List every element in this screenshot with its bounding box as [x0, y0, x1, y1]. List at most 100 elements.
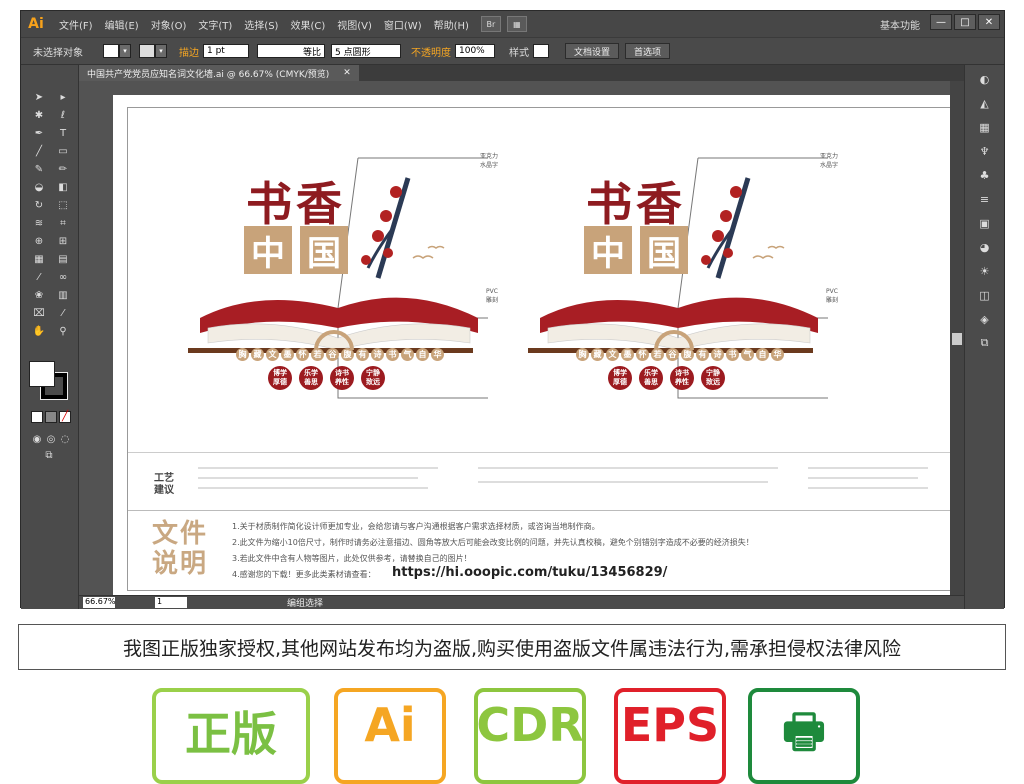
menu-window[interactable]: 窗口(W) — [378, 17, 428, 32]
selection-tool-icon[interactable]: ➤ — [29, 89, 49, 105]
shape-builder-icon[interactable]: ⊕ — [29, 233, 49, 249]
free-transform-icon[interactable]: ⌗ — [53, 215, 73, 231]
stroke-dropdown-icon[interactable]: ▾ — [155, 44, 167, 58]
line-tool-icon[interactable]: ╱ — [29, 143, 49, 159]
draw-normal-icon[interactable]: ◉ — [31, 431, 43, 447]
gradient-icon[interactable]: ▤ — [53, 251, 73, 267]
scroll-thumb[interactable] — [952, 333, 962, 345]
slogan-char: 诗 — [371, 348, 384, 361]
graphic-styles-icon[interactable]: ◫ — [973, 285, 997, 305]
screen-mode-icon[interactable]: ⧉ — [39, 447, 59, 463]
column-graph-icon[interactable]: ▥ — [53, 287, 73, 303]
fill-swatch[interactable] — [103, 44, 119, 58]
blend-icon[interactable]: ∞ — [53, 269, 73, 285]
print-badge: 🖶 — [748, 688, 860, 784]
mesh-icon[interactable]: ▦ — [29, 251, 49, 267]
stroke-panel-icon[interactable]: ≡ — [973, 189, 997, 209]
gradient-mode-icon[interactable] — [45, 411, 57, 423]
graphic-style-swatch[interactable] — [533, 44, 549, 58]
draw-inside-icon[interactable]: ◌ — [59, 431, 71, 447]
symbol-sprayer-icon[interactable]: ❀ — [29, 287, 49, 303]
none-icon[interactable]: ╱ — [59, 411, 71, 423]
scale-icon[interactable]: ⬚ — [53, 197, 73, 213]
stroke-label[interactable]: 描边 — [179, 44, 199, 59]
note-text-line — [808, 477, 918, 479]
menu-object[interactable]: 对象(O) — [145, 17, 193, 32]
document-tab[interactable]: 中国共产党党员应知名词文化墙.ai @ 66.67% (CMYK/预览) ✕ — [79, 65, 359, 81]
width-tool-icon[interactable]: ≋ — [29, 215, 49, 231]
artboard-tool-icon[interactable]: ⌧ — [29, 305, 49, 321]
transparency-icon[interactable]: ◕ — [973, 237, 997, 257]
slogan-row: 胸 藏 文 墨 怀 若 谷 腹 有 诗 书 气 自 华 — [236, 348, 444, 361]
menu-help[interactable]: 帮助(H) — [428, 17, 475, 32]
opacity-label[interactable]: 不透明度 — [411, 44, 451, 59]
maximize-button[interactable]: □ — [954, 14, 976, 30]
brushes-icon[interactable]: ♆ — [973, 141, 997, 161]
file-notes-title: 文件说明 — [152, 519, 209, 579]
gradient-panel-icon[interactable]: ▣ — [973, 213, 997, 233]
fill-dropdown-icon[interactable]: ▾ — [119, 44, 131, 58]
opacity-field[interactable]: 100% — [455, 44, 495, 58]
menu-edit[interactable]: 编辑(E) — [99, 17, 145, 32]
download-url[interactable]: https://hi.ooopic.com/tuku/13456829/ — [392, 565, 667, 580]
artboard-navigator[interactable]: 1 — [155, 597, 187, 608]
layers-icon[interactable]: ◈ — [973, 309, 997, 329]
arrange-documents-icon[interactable]: ▦ — [506, 16, 527, 32]
design-variant-right[interactable]: 书香 中 国 PVC雕刻 亚克力水晶字 胸 藏 文 墨 怀 若 谷 腹 有 诗 … — [528, 138, 838, 408]
artboard-content: 书香 中 国 PVC雕刻 亚克力水晶字 胸 藏 文 墨 怀 若 谷 腹 有 诗 … — [127, 107, 954, 591]
brush-select[interactable]: 5 点圆形 — [331, 44, 401, 58]
tab-close-icon[interactable]: ✕ — [343, 68, 351, 78]
artboard[interactable]: 书香 中 国 PVC雕刻 亚克力水晶字 胸 藏 文 墨 怀 若 谷 腹 有 诗 … — [113, 95, 959, 595]
eyedropper-icon[interactable]: ⁄ — [29, 269, 49, 285]
slogan-char: 藏 — [251, 348, 264, 361]
stroke-weight-field[interactable]: 1 pt — [203, 44, 249, 58]
rotate-icon[interactable]: ↻ — [29, 197, 49, 213]
symbols-icon[interactable]: ♣ — [973, 165, 997, 185]
stroke-profile-select[interactable]: 等比 — [257, 44, 325, 58]
fill-color-icon[interactable] — [29, 361, 55, 387]
color-palette-icon[interactable]: ◐ — [973, 69, 997, 89]
color-icon[interactable] — [31, 411, 43, 423]
file-note-line: 2.此文件为缩小10倍尺寸，制作时请务必注意描边、圆角等放大后可能会改变比例的问… — [232, 538, 754, 547]
vertical-scrollbar[interactable] — [950, 81, 964, 599]
menu-view[interactable]: 视图(V) — [331, 17, 378, 32]
swatches-icon[interactable]: ▦ — [973, 117, 997, 137]
minimize-button[interactable]: — — [930, 14, 952, 30]
draw-behind-icon[interactable]: ◎ — [45, 431, 57, 447]
pencil-icon[interactable]: ✏ — [53, 161, 73, 177]
bridge-button[interactable]: Br — [480, 16, 501, 32]
appearance-icon[interactable]: ☀ — [973, 261, 997, 281]
color-guide-icon[interactable]: ◭ — [973, 93, 997, 113]
slice-tool-icon[interactable]: ⁄ — [53, 305, 73, 321]
zoom-tool-icon[interactable]: ⚲ — [53, 323, 73, 339]
direct-selection-tool-icon[interactable]: ▸ — [53, 89, 73, 105]
paintbrush-icon[interactable]: ✎ — [29, 161, 49, 177]
menu-file[interactable]: 文件(F) — [53, 17, 99, 32]
zoom-field[interactable]: 66.67% — [83, 597, 116, 608]
status-bar: 66.67% 1 编组选择 — [79, 595, 964, 609]
canvas-area[interactable]: 书香 中 国 PVC雕刻 亚克力水晶字 胸 藏 文 墨 怀 若 谷 腹 有 诗 … — [79, 81, 964, 599]
pen-tool-icon[interactable]: ✒ — [29, 125, 49, 141]
workspace-switcher[interactable]: 基本功能 — [880, 17, 920, 32]
type-tool-icon[interactable]: T — [53, 125, 73, 141]
eraser-icon[interactable]: ◧ — [53, 179, 73, 195]
menu-select[interactable]: 选择(S) — [238, 17, 284, 32]
acrylic-label-top: 亚克力水晶字 — [480, 153, 499, 169]
preferences-button[interactable]: 首选项 — [625, 43, 671, 59]
artboards-panel-icon[interactable]: ⧉ — [973, 333, 997, 353]
slogan-char: 腹 — [341, 348, 354, 361]
close-button[interactable]: ✕ — [978, 14, 1000, 30]
document-setup-button[interactable]: 文档设置 — [565, 43, 620, 59]
title-char-guo: 国 — [640, 226, 688, 274]
design-variant-left[interactable]: 书香 中 国 PVC雕刻 亚克力水晶字 胸 藏 文 墨 怀 若 谷 腹 有 诗 … — [188, 138, 498, 408]
perspective-grid-icon[interactable]: ⊞ — [53, 233, 73, 249]
stroke-swatch[interactable] — [139, 44, 155, 58]
slogan-char: 文 — [606, 348, 619, 361]
rectangle-tool-icon[interactable]: ▭ — [53, 143, 73, 159]
lasso-icon[interactable]: ℓ — [53, 107, 73, 123]
menu-type[interactable]: 文字(T) — [192, 17, 238, 32]
menu-effect[interactable]: 效果(C) — [284, 17, 331, 32]
magic-wand-icon[interactable]: ✱ — [29, 107, 49, 123]
blob-brush-icon[interactable]: ◒ — [29, 179, 49, 195]
hand-tool-icon[interactable]: ✋ — [29, 323, 49, 339]
